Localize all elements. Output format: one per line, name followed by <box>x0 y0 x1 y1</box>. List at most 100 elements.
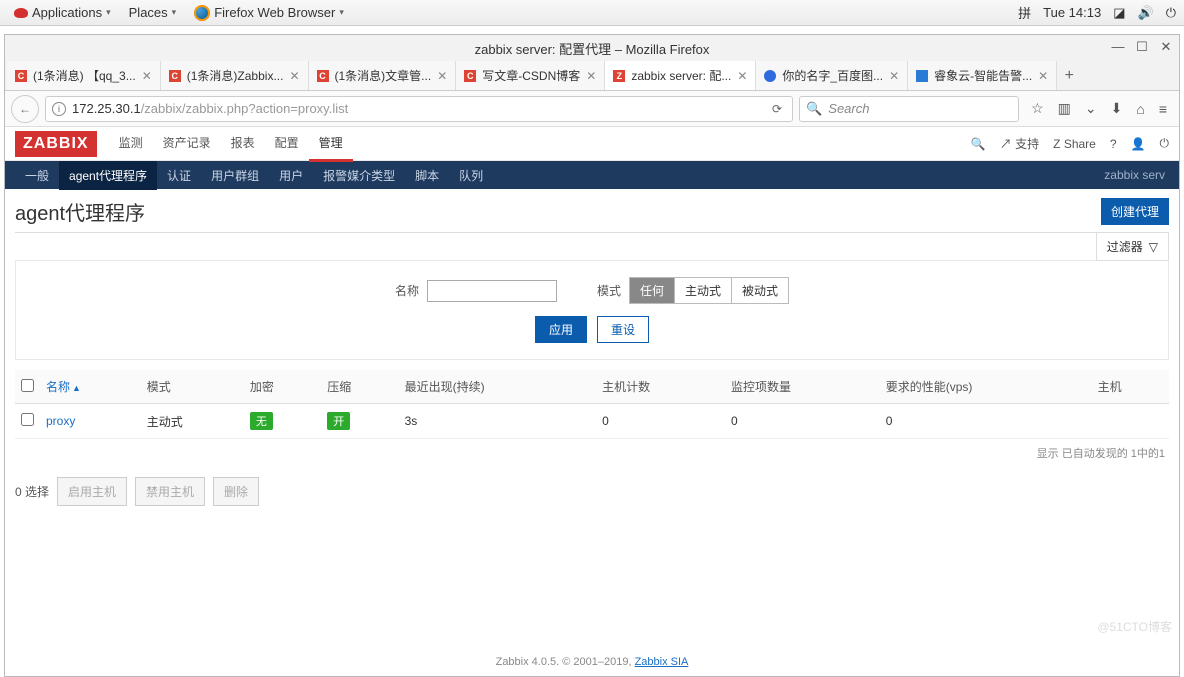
close-icon[interactable]: ✕ <box>437 69 447 83</box>
tab-zabbix[interactable]: Zzabbix server: 配...✕ <box>605 61 756 90</box>
cell-reqperf: 0 <box>880 404 1092 439</box>
menu-reports[interactable]: 报表 <box>221 126 265 162</box>
ime-indicator[interactable]: 拼 <box>1018 3 1031 22</box>
pocket-icon[interactable]: ⌄ <box>1085 100 1097 117</box>
zabbix-main-menu: 监测 资产记录 报表 配置 管理 <box>109 126 353 162</box>
sub-usergroups[interactable]: 用户群组 <box>201 161 269 190</box>
wifi-icon[interactable]: ◪ <box>1113 5 1125 21</box>
tab-baidu[interactable]: 你的名字_百度图...✕ <box>756 61 908 90</box>
gnome-top-bar: Applications▾ Places▾ Firefox Web Browse… <box>0 0 1184 26</box>
filter-mode-any[interactable]: 任何 <box>630 278 675 303</box>
filter-name-label: 名称 <box>395 282 419 299</box>
search-icon: 🔍 <box>806 101 822 117</box>
create-proxy-button[interactable]: 创建代理 <box>1101 198 1169 225</box>
filter-mode-passive[interactable]: 被动式 <box>732 278 788 303</box>
minimize-button[interactable]: — <box>1111 39 1125 55</box>
gnome-activities[interactable]: Applications▾ <box>8 3 117 22</box>
cell-itemcount: 0 <box>725 404 880 439</box>
reload-button[interactable]: ⟳ <box>768 102 786 116</box>
filter-panel: 名称 模式 任何 主动式 被动式 应用 重设 <box>15 260 1169 360</box>
table-header-row: 名称▲ 模式 加密 压缩 最近出现(持续) 主机计数 监控项数量 要求的性能(v… <box>15 370 1169 404</box>
cell-hostcount: 0 <box>596 404 725 439</box>
table-row: proxy 主动式 无 开 3s 0 0 0 <box>15 404 1169 439</box>
sub-auth[interactable]: 认证 <box>157 161 201 190</box>
gnome-app-menu[interactable]: Firefox Web Browser▾ <box>188 3 350 23</box>
site-info-icon[interactable]: i <box>52 102 66 116</box>
watermark: @51CTO博客 <box>1097 618 1172 635</box>
user-icon[interactable]: 👤 <box>1131 137 1146 151</box>
col-mode: 模式 <box>141 370 244 404</box>
bulk-enable-button[interactable]: 启用主机 <box>57 477 127 506</box>
zabbix-sia-link[interactable]: Zabbix SIA <box>635 656 689 668</box>
menu-admin[interactable]: 管理 <box>309 126 353 162</box>
global-search-icon[interactable]: 🔍 <box>971 137 986 151</box>
downloads-icon[interactable]: ⬇ <box>1111 100 1123 117</box>
close-icon[interactable]: ✕ <box>142 69 152 83</box>
new-tab-button[interactable]: + <box>1057 61 1081 90</box>
clock[interactable]: Tue 14:13 <box>1043 5 1101 20</box>
navigation-bar: ← i 172.25.30.1/zabbix/zabbix.php?action… <box>5 91 1179 127</box>
home-icon[interactable]: ⌂ <box>1136 101 1144 117</box>
maximize-button[interactable]: ☐ <box>1135 39 1149 55</box>
bookmark-star-icon[interactable]: ☆ <box>1031 100 1044 117</box>
filter-name-input[interactable] <box>427 280 557 302</box>
row-checkbox[interactable] <box>21 413 34 426</box>
funnel-icon: ▽ <box>1149 240 1158 254</box>
encryption-badge: 无 <box>250 412 273 430</box>
close-icon[interactable]: ✕ <box>1038 69 1048 83</box>
col-reqperf: 要求的性能(vps) <box>880 370 1092 404</box>
sub-mediatypes[interactable]: 报警媒介类型 <box>313 161 405 190</box>
volume-icon[interactable]: 🔊 <box>1138 5 1154 21</box>
fedora-icon <box>14 8 28 18</box>
proxy-name-link[interactable]: proxy <box>46 414 75 428</box>
bulk-delete-button[interactable]: 删除 <box>213 477 259 506</box>
library-icon[interactable]: ▥ <box>1058 100 1071 117</box>
support-link[interactable]: ↗ 支持 <box>1000 135 1039 152</box>
filter-apply-button[interactable]: 应用 <box>535 316 587 343</box>
sub-users[interactable]: 用户 <box>269 161 313 190</box>
help-icon[interactable]: ? <box>1110 137 1117 151</box>
sub-scripts[interactable]: 脚本 <box>405 161 449 190</box>
gnome-places[interactable]: Places▾ <box>123 3 183 22</box>
col-host: 主机 <box>1092 370 1169 404</box>
back-button[interactable]: ← <box>11 95 39 123</box>
filter-mode-active[interactable]: 主动式 <box>675 278 732 303</box>
url-bar[interactable]: i 172.25.30.1/zabbix/zabbix.php?action=p… <box>45 96 793 122</box>
menu-inventory[interactable]: 资产记录 <box>153 126 221 162</box>
power-icon[interactable]: ⏻ <box>1166 5 1176 21</box>
page-content: agent代理程序 创建代理 过滤器▽ 名称 模式 任何 主动式 被动式 <box>5 189 1179 676</box>
sub-right-text: zabbix serv <box>1100 168 1169 182</box>
tab-csdn-2[interactable]: C(1条消息)Zabbix...✕ <box>161 61 309 90</box>
menu-icon[interactable]: ≡ <box>1159 101 1167 117</box>
menu-config[interactable]: 配置 <box>265 126 309 162</box>
filter-reset-button[interactable]: 重设 <box>597 316 649 343</box>
close-icon[interactable]: ✕ <box>889 69 899 83</box>
close-window-button[interactable]: ✕ <box>1159 39 1173 55</box>
share-link[interactable]: Z Share <box>1053 137 1096 151</box>
firefox-icon <box>194 5 210 21</box>
close-icon[interactable]: ✕ <box>737 69 747 83</box>
sub-proxies[interactable]: agent代理程序 <box>59 161 157 190</box>
col-lastseen: 最近出现(持续) <box>399 370 597 404</box>
select-all-checkbox[interactable] <box>21 379 34 392</box>
bulk-disable-button[interactable]: 禁用主机 <box>135 477 205 506</box>
tab-csdn-3[interactable]: C(1条消息)文章管...✕ <box>309 61 457 90</box>
table-footer-info: 显示 已自动发现的 1中的1 <box>15 439 1169 467</box>
logout-icon[interactable]: ⏻ <box>1160 136 1170 151</box>
cell-mode: 主动式 <box>141 404 244 439</box>
titlebar: zabbix server: 配置代理 – Mozilla Firefox — … <box>5 35 1179 61</box>
tab-csdn-4[interactable]: C写文章-CSDN博客✕ <box>456 61 605 90</box>
filter-tab[interactable]: 过滤器▽ <box>1096 233 1169 261</box>
menu-monitoring[interactable]: 监测 <box>109 126 153 162</box>
sub-general[interactable]: 一般 <box>15 161 59 190</box>
close-icon[interactable]: ✕ <box>289 69 299 83</box>
zabbix-logo[interactable]: ZABBIX <box>15 131 97 157</box>
bulk-actions: 0 选择 启用主机 禁用主机 删除 <box>15 477 1169 506</box>
tab-csdn-1[interactable]: C(1条消息) 【qq_3...✕ <box>7 61 161 90</box>
tab-other[interactable]: 睿象云-智能告警...✕ <box>908 61 1057 90</box>
search-bar[interactable]: 🔍Search <box>799 96 1019 122</box>
col-name[interactable]: 名称▲ <box>40 370 141 404</box>
compression-badge: 开 <box>327 412 350 430</box>
sub-queue[interactable]: 队列 <box>449 161 493 190</box>
close-icon[interactable]: ✕ <box>586 69 596 83</box>
